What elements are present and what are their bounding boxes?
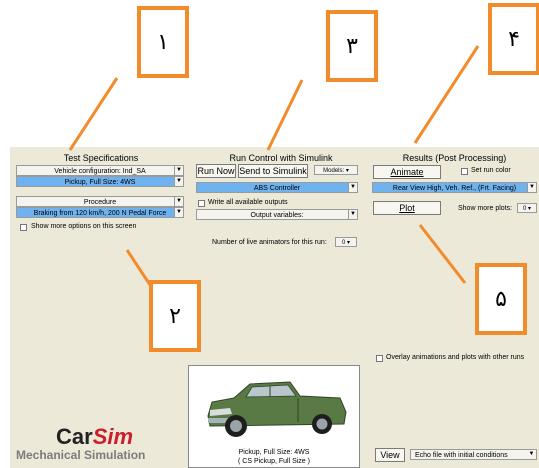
logo-car: Car — [56, 424, 93, 449]
vehicle-configuration-dropdown[interactable]: Vehicle configuration: Ind_SA ▼ — [16, 165, 184, 176]
show-more-plots-value: 0 — [522, 206, 527, 212]
test-specifications-title: Test Specifications — [63, 153, 139, 163]
show-more-plots-label: Show more plots: — [458, 205, 513, 212]
write-all-outputs-checkbox[interactable] — [198, 200, 205, 207]
leader-line-4 — [413, 45, 480, 144]
models-dropdown[interactable]: Models: ▾ — [314, 165, 358, 175]
echo-file-dropdown[interactable]: Echo file with initial conditions ▼ — [410, 449, 537, 460]
set-run-color-checkbox[interactable] — [461, 168, 468, 175]
vehicle-dataset-dropdown[interactable]: Pickup, Full Size: 4WS ▼ — [16, 176, 184, 187]
output-variables-dropdown[interactable]: Output variables: ▼ — [196, 209, 358, 220]
chevron-down-icon: ▼ — [174, 166, 183, 175]
live-animators-label: Number of live animators for this run: — [212, 239, 327, 246]
output-variables-label: Output variables: — [250, 212, 304, 219]
send-to-simulink-button[interactable]: Send to Simulink — [238, 164, 308, 178]
controller-value: ABS Controller — [253, 185, 301, 192]
carsim-logo: CarSim — [56, 424, 133, 450]
chevron-down-icon: ▼ — [174, 197, 183, 206]
leader-line-5 — [418, 224, 467, 284]
show-more-plots-dropdown[interactable]: 0 ▾ — [517, 203, 537, 213]
chevron-down-icon: ▼ — [348, 183, 357, 192]
callout-1: ۱ — [137, 6, 189, 78]
chevron-down-icon: ▼ — [174, 177, 183, 186]
overlay-runs-label: Overlay animations and plots with other … — [386, 354, 525, 361]
show-more-options-checkbox[interactable] — [20, 224, 27, 231]
pickup-truck-image — [207, 381, 347, 437]
leader-line-3 — [266, 79, 304, 151]
chevron-down-icon: ▼ — [527, 183, 536, 192]
chevron-down-icon: ▾ — [345, 168, 349, 174]
chevron-down-icon: ▾ — [528, 206, 532, 212]
callout-2: ۲ — [149, 280, 201, 352]
chevron-down-icon: ▾ — [347, 240, 351, 246]
live-animators-value: 0 — [341, 240, 346, 246]
overlay-runs-checkbox[interactable] — [376, 355, 383, 362]
mechanical-simulation-label: Mechanical Simulation — [16, 448, 146, 462]
procedure-value: Braking from 120 km/h, 200 N Pedal Force — [33, 210, 167, 217]
chevron-down-icon: ▼ — [348, 210, 357, 219]
vehicle-dataset-value: Pickup, Full Size: 4WS — [64, 179, 136, 186]
echo-file-value: Echo file with initial conditions — [415, 452, 508, 459]
set-run-color-label: Set run color — [471, 167, 511, 174]
animation-view-value: Rear View High, Veh. Ref., (Frt. Facing) — [392, 185, 517, 192]
leader-line-1 — [68, 77, 119, 151]
procedure-category-dropdown[interactable]: Procedure ▼ — [16, 196, 184, 207]
callout-4: ۴ — [488, 3, 539, 75]
callout-3: ۳ — [326, 10, 378, 82]
chevron-down-icon: ▼ — [528, 451, 535, 457]
vehicle-preview[interactable]: Pickup, Full Size: 4WS ( CS Pickup, Full… — [188, 365, 360, 468]
live-animators-dropdown[interactable]: 0 ▾ — [335, 237, 357, 247]
procedure-dropdown[interactable]: Braking from 120 km/h, 200 N Pedal Force… — [16, 207, 184, 218]
run-now-button[interactable]: Run Now — [196, 164, 236, 178]
vehicle-caption-sub: ( CS Pickup, Full Size ) — [238, 458, 310, 465]
models-label: Models: — [323, 168, 345, 174]
write-all-outputs-label: Write all available outputs — [208, 199, 288, 206]
logo-sim: Sim — [92, 424, 134, 449]
results-title: Results (Post Processing) — [402, 153, 507, 163]
show-more-options-label: Show more options on this screen — [31, 223, 137, 230]
vehicle-caption: Pickup, Full Size: 4WS — [238, 449, 310, 456]
chevron-down-icon: ▼ — [174, 208, 183, 217]
procedure-category-value: Procedure — [83, 199, 117, 206]
run-control-title: Run Control with Simulink — [229, 153, 333, 163]
plot-button[interactable]: Plot — [373, 201, 441, 215]
vehicle-configuration-value: Vehicle configuration: Ind_SA — [54, 168, 146, 175]
animate-button[interactable]: Animate — [373, 165, 441, 179]
callout-5: ۵ — [475, 263, 527, 335]
animation-view-dropdown[interactable]: Rear View High, Veh. Ref., (Frt. Facing)… — [372, 182, 537, 193]
controller-dropdown[interactable]: ABS Controller ▼ — [196, 182, 358, 193]
view-button[interactable]: View — [375, 448, 405, 462]
